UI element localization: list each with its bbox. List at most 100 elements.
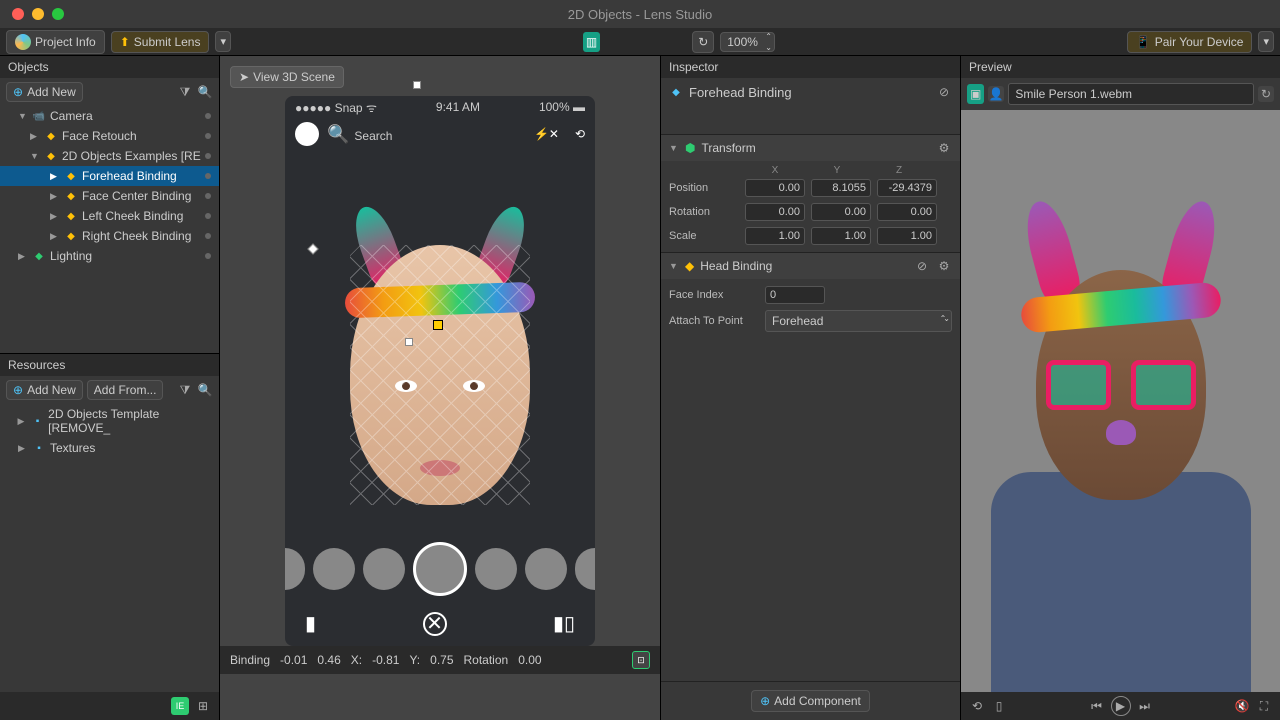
resource-item-2d-objects-template-remove-[interactable]: ▶▪2D Objects Template [REMOVE_ <box>0 404 219 438</box>
rotation-handle[interactable] <box>307 243 318 254</box>
lens-option[interactable] <box>575 548 595 590</box>
grid-view-icon[interactable]: ⊞ <box>195 698 211 714</box>
preview-panel: Preview ▣ 👤 Smile Person 1.webm ↻ ⟲ <box>960 56 1280 720</box>
lens-option[interactable] <box>525 548 567 590</box>
mute-icon[interactable]: 🔇 <box>1234 698 1250 714</box>
lens-option[interactable] <box>363 548 405 590</box>
search-icon[interactable]: 🔍 <box>197 84 213 100</box>
view-3d-scene-button[interactable]: ➤ View 3D Scene <box>230 66 344 88</box>
add-new-res-label: Add New <box>27 383 76 397</box>
webcam-icon: ▣ <box>970 87 981 101</box>
person-icon[interactable]: 👤 <box>988 86 1004 102</box>
media-library-button[interactable]: IE <box>171 697 189 715</box>
pair-device-button[interactable]: 📱 Pair Your Device <box>1127 31 1253 53</box>
gear-icon[interactable]: ⚙ <box>936 140 952 156</box>
face-index-input[interactable] <box>765 286 825 304</box>
rotation-z-input[interactable] <box>877 203 937 221</box>
upload-icon: ⬆ <box>120 35 130 49</box>
disable-icon[interactable]: ⊘ <box>936 84 952 100</box>
stories-icon[interactable]: ▮▯ <box>553 611 575 636</box>
position-z-input[interactable] <box>877 179 937 197</box>
refresh-button[interactable]: ↻ <box>692 31 714 53</box>
lens-carousel[interactable] <box>285 542 595 596</box>
next-frame-icon[interactable]: ⏭ <box>1137 698 1153 714</box>
visibility-dot[interactable] <box>205 213 211 219</box>
lens-option[interactable] <box>475 548 517 590</box>
visibility-dot[interactable] <box>205 133 211 139</box>
lens-option[interactable] <box>285 548 305 590</box>
add-new-resource-button[interactable]: ⊕ Add New <box>6 380 83 400</box>
project-info-button[interactable]: Project Info <box>6 30 105 54</box>
tree-item-face-retouch[interactable]: ▶◆Face Retouch <box>0 126 219 146</box>
add-component-button[interactable]: ⊕ Add Component <box>751 690 870 712</box>
tree-item-2d-objects-examples-re[interactable]: ▼◆2D Objects Examples [RE <box>0 146 219 166</box>
device-toggle-icon[interactable]: ▯ <box>991 698 1007 714</box>
layout-button[interactable]: ▥ <box>583 32 600 52</box>
tree-item-right-cheek-binding[interactable]: ▶◆Right Cheek Binding <box>0 226 219 246</box>
filter-icon[interactable]: ⧩ <box>177 382 193 398</box>
position-y-input[interactable] <box>811 179 871 197</box>
tree-item-camera[interactable]: ▼📹Camera <box>0 106 219 126</box>
resource-item-textures[interactable]: ▶▪Textures <box>0 438 219 458</box>
submit-lens-button[interactable]: ⬆ Submit Lens <box>111 31 210 53</box>
close-lens-icon[interactable]: ✕ <box>423 612 447 636</box>
rotation-y-input[interactable] <box>811 203 871 221</box>
chat-icon[interactable]: ▮ <box>305 611 316 636</box>
prev-frame-icon[interactable]: ⏮ <box>1089 698 1105 714</box>
position-x-input[interactable] <box>745 179 805 197</box>
tree-item-face-center-binding[interactable]: ▶◆Face Center Binding <box>0 186 219 206</box>
visibility-dot[interactable] <box>205 193 211 199</box>
lens-option[interactable] <box>313 548 355 590</box>
phone-preview: ●●●●● Snap ᯤ 9:41 AM 100% ▬ 🔍 Search ⚡✕ … <box>285 96 595 646</box>
device-icon: 📱 <box>1136 35 1151 49</box>
visibility-dot[interactable] <box>205 113 211 119</box>
fullscreen-icon[interactable]: ⛶ <box>1256 698 1272 714</box>
selection-handle[interactable] <box>413 81 421 89</box>
attach-value: Forehead <box>772 314 823 328</box>
refresh-icon[interactable]: ↻ <box>1258 86 1274 102</box>
head-binding-header[interactable]: ▼ ◆ Head Binding ⊘ ⚙ <box>661 253 960 279</box>
preview-viewport[interactable] <box>961 110 1280 692</box>
pair-dropdown[interactable]: ▾ <box>1258 31 1274 52</box>
resources-panel: Resources ⊕ Add New Add From... ⧩ 🔍 ▶▪2D… <box>0 354 219 692</box>
plus-icon: ⊕ <box>760 694 770 708</box>
zoom-select[interactable]: 100% <box>720 32 775 52</box>
visibility-dot[interactable] <box>205 233 211 239</box>
flip-icon[interactable]: ⟲ <box>969 698 985 714</box>
snap-button[interactable]: ⊡ <box>632 651 650 669</box>
collapse-icon: ▼ <box>669 143 679 153</box>
scale-z-input[interactable] <box>877 227 937 245</box>
webcam-button[interactable]: ▣ <box>967 84 984 104</box>
filter-icon[interactable]: ⧩ <box>177 84 193 100</box>
visibility-dot[interactable] <box>205 173 211 179</box>
maximize-icon[interactable] <box>52 8 64 20</box>
submit-dropdown[interactable]: ▾ <box>215 31 231 52</box>
rotation-x-input[interactable] <box>745 203 805 221</box>
tree-item-left-cheek-binding[interactable]: ▶◆Left Cheek Binding <box>0 206 219 226</box>
close-icon[interactable] <box>12 8 24 20</box>
tree-item-forehead-binding[interactable]: ▶◆Forehead Binding <box>0 166 219 186</box>
add-new-object-button[interactable]: ⊕ Add New <box>6 82 83 102</box>
minimize-icon[interactable] <box>32 8 44 20</box>
search-icon[interactable]: 🔍 <box>197 382 213 398</box>
scale-row: Scale <box>669 224 952 248</box>
anchor-handle[interactable] <box>433 320 443 330</box>
preview-footer: ⟲ ▯ ⏮ ▶ ⏭ 🔇 ⛶ <box>961 692 1280 720</box>
visibility-dot[interactable] <box>205 153 211 159</box>
viewport[interactable]: ➤ View 3D Scene ●●●●● Snap ᯤ 9:41 AM 100… <box>220 56 660 720</box>
tree-item-lighting[interactable]: ▶◆Lighting <box>0 246 219 266</box>
visibility-dot[interactable] <box>205 253 211 259</box>
object-type-icon: ◆ <box>64 169 78 183</box>
preview-source-select[interactable]: Smile Person 1.webm <box>1008 83 1254 105</box>
scale-y-input[interactable] <box>811 227 871 245</box>
lens-selected[interactable] <box>413 542 467 596</box>
z-axis-label: Z <box>869 165 929 176</box>
gear-icon[interactable]: ⚙ <box>936 258 952 274</box>
selection-handle[interactable] <box>405 338 413 346</box>
transform-header[interactable]: ▼ ⬢ Transform ⚙ <box>661 135 960 161</box>
scale-x-input[interactable] <box>745 227 805 245</box>
play-icon[interactable]: ▶ <box>1111 696 1131 716</box>
disable-icon[interactable]: ⊘ <box>914 258 930 274</box>
attach-select[interactable]: Forehead <box>765 310 952 332</box>
add-from-button[interactable]: Add From... <box>87 380 164 400</box>
